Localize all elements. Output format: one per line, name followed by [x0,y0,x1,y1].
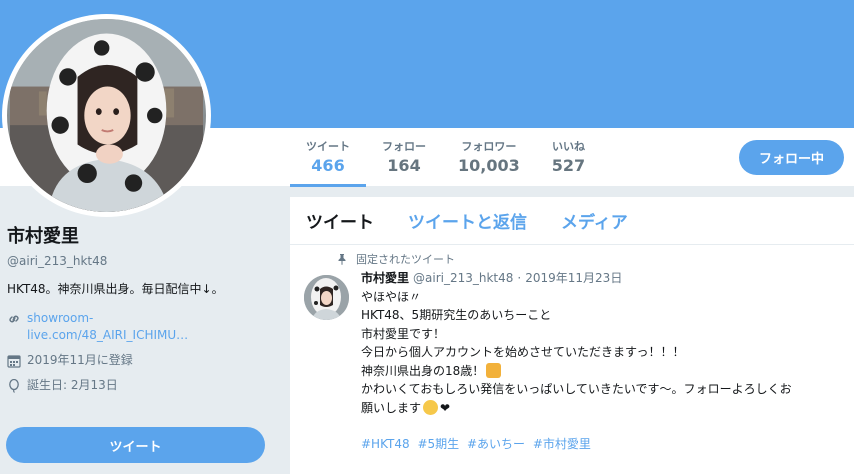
tweet-avatar-photo-icon [304,275,349,320]
stat-value: 164 [387,156,421,175]
tweet-body: 市村愛里 @airi_213_hkt48 · 2019年11月23日 やほやほ〃… [361,269,854,454]
tweet-line: かわいくておもしろい発信をいっぱいしていきたいです～。フォローよろしくお [361,382,792,396]
profile-joined: 2019年11月に登録 [7,352,282,369]
following-button[interactable]: フォロー中 [739,140,844,175]
tweet-line: 今日から個人アカウントを始めさせていただきますっ！！！ [361,345,685,359]
avatar-image [7,19,206,212]
pinned-tweet[interactable]: 固定されたツイート 市村愛里 @airi_213_hkt48 · 2019年11… [290,245,854,451]
pin-icon [338,254,346,265]
smiling-face-emoji-icon [423,399,439,415]
tweet-line: HKT48、5期研究生のあいちーこと [361,308,552,322]
tweet-author-handle[interactable]: @airi_213_hkt48 [413,269,513,288]
tweet-date[interactable]: 2019年11月23日 [525,269,622,288]
hashtag-link[interactable]: #あいちー [467,437,525,451]
profile-website: showroom- live.com/48_AIRI_ICHIMU… [7,310,282,344]
profile-handle[interactable]: @airi_213_hkt48 [7,253,282,269]
hashtag-link[interactable]: #5期生 [417,437,459,451]
tweet-hashtags: #HKT48 #5期生 #あいちー #市村愛里 [361,435,854,454]
angry-face-emoji-icon [486,362,502,378]
tweet-avatar[interactable] [304,275,349,320]
stat-value: 466 [311,156,345,175]
stat-value: 527 [551,156,586,175]
profile-name[interactable]: 市村愛里 [7,225,282,249]
stat-label: フォロワー [461,140,517,153]
website-link-line2[interactable]: live.com/48_AIRI_ICHIMU… [27,327,232,344]
tweet-line: 願いします [361,400,422,415]
balloon-icon [7,379,21,393]
stat-followers[interactable]: フォロワー 10,003 [442,128,536,187]
tab-media[interactable]: メディア [561,208,628,233]
profile-avatar[interactable] [2,14,211,217]
profile-birthday: 誕生日: 2月13日 [7,377,282,394]
profile-bio: HKT48。神奈川県出身。毎日配信中↓。 [7,282,224,296]
tweet-separator: · [517,271,522,285]
tweet-line: 神奈川県出身の18歳！ [361,363,485,378]
stat-label: いいね [551,140,585,153]
tweet-line: やほやほ〃 [361,289,422,304]
tweet-button[interactable]: ツイート [6,427,265,463]
stat-label: フォロー [382,140,426,153]
avatar-photo-icon [10,19,203,212]
stat-value: 10,003 [458,156,520,175]
pinned-label: 固定されたツイート [336,251,455,267]
tweet-header: 市村愛里 @airi_213_hkt48 · 2019年11月23日 [361,269,854,288]
tweet-author-name[interactable]: 市村愛里 [361,269,409,288]
profile-stats: ツイート 466 フォロー 164 フォロワー 10,003 いいね 527 [290,128,601,187]
website-link-line1[interactable]: showroom- [27,310,232,327]
calendar-icon [7,354,21,368]
birthday-text: 誕生日: 2月13日 [27,378,118,392]
tab-tweets[interactable]: ツイート [306,208,374,233]
joined-text: 2019年11月に登録 [27,353,133,367]
tweet-line-with-emoji: 神奈川県出身の18歳！ [361,362,854,381]
tweet-line-with-emoji: 願いします ❤ [361,399,854,418]
hashtag-link[interactable]: #HKT48 [361,437,410,451]
tab-tweets-and-replies[interactable]: ツイートと返信 [408,208,527,233]
tweet-text: やほやほ〃 HKT48、5期研究生のあいちーこと 市村愛里です！ 今日から個人ア… [361,288,854,418]
timeline: ツイート ツイートと返信 メディア 固定されたツイート 市村愛里 @airi_2… [290,197,854,474]
stat-label: ツイート [306,140,350,153]
timeline-tabs: ツイート ツイートと返信 メディア [290,197,854,245]
link-icon [7,312,21,326]
hashtag-link[interactable]: #市村愛里 [533,437,591,451]
profile-card: 市村愛里 @airi_213_hkt48 HKT48。神奈川県出身。毎日配信中↓… [7,225,282,394]
heart-icon: ❤ [440,400,451,415]
tweet-line: 市村愛里です！ [361,326,446,341]
stat-tweets[interactable]: ツイート 466 [290,128,366,187]
pinned-text: 固定されたツイート [356,253,455,266]
stat-likes[interactable]: いいね 527 [536,128,601,187]
stat-following[interactable]: フォロー 164 [366,128,442,187]
